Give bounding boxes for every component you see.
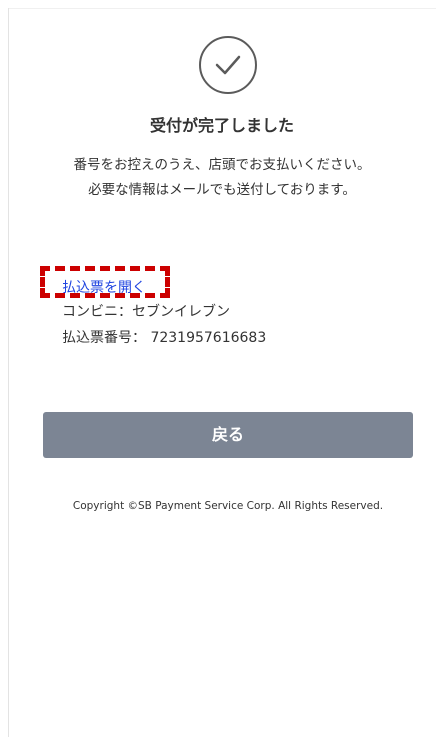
message-line-2: 必要な情報はメールでも送付しております。 [88, 182, 356, 198]
back-button[interactable]: 戻る [43, 412, 413, 458]
store-info: コンビニ：セブンイレブン [62, 304, 230, 320]
top-border [8, 8, 436, 9]
check-circle-icon [199, 36, 257, 94]
open-slip-highlight: 払込票を開く [40, 266, 170, 298]
completion-message: 番号をお控えのうえ、店頭でお支払いください。 必要な情報はメールでも送付しており… [0, 153, 444, 203]
completion-title: 受付が完了しました [149, 116, 294, 135]
open-slip-link[interactable]: 払込票を開く [62, 277, 146, 297]
copyright-text: Copyright ©SB Payment Service Corp. All … [72, 500, 384, 512]
message-line-1: 番号をお控えのうえ、店頭でお支払いください。 [73, 157, 371, 173]
slip-number-info: 払込票番号： 7231957616683 [62, 330, 267, 346]
